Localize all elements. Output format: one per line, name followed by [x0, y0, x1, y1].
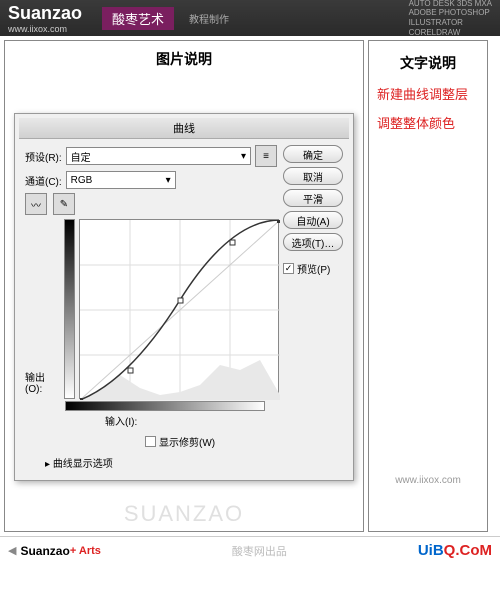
- footer-arts: + Arts: [70, 545, 101, 557]
- output-label: 输出(O):: [25, 369, 60, 395]
- show-clipping-checkbox[interactable]: [145, 436, 156, 447]
- curve-svg: [80, 220, 280, 400]
- preset-value: 自定: [71, 149, 91, 164]
- art-title: 酸枣艺术: [102, 7, 174, 30]
- preset-select[interactable]: 自定 ▾: [66, 147, 251, 165]
- logo-text: Suanzao: [8, 3, 82, 24]
- dialog-right: 确定 取消 平滑 自动(A) 选项(T)… ✓ 预览(P): [279, 145, 343, 470]
- uibq-logo: UiBQ.CoM: [418, 542, 492, 559]
- chevron-right-icon: ▸: [45, 459, 53, 470]
- channel-label: 通道(C):: [25, 173, 62, 188]
- curve-tool-button[interactable]: 〰: [25, 193, 47, 215]
- image-panel: 图片说明 曲线 预设(R): 自定 ▾ ≡ 通道(C):: [4, 40, 364, 532]
- output-gradient: [64, 219, 75, 399]
- site-header: Suanzao www.iixox.com 酸枣艺术 教程制作 AUTO DES…: [0, 0, 500, 36]
- right-url: www.iixox.com: [377, 475, 479, 486]
- curves-dialog: 曲线 预设(R): 自定 ▾ ≡ 通道(C): RGB: [14, 113, 354, 481]
- tutorial-label: 教程制作: [189, 11, 229, 26]
- dialog-body: 预设(R): 自定 ▾ ≡ 通道(C): RGB ▾: [19, 139, 349, 476]
- ok-button[interactable]: 确定: [283, 145, 343, 163]
- chevron-down-icon: ▾: [241, 151, 246, 162]
- site-footer: ◀ Suanzao + Arts 酸枣网出品 UiBQ.CoM: [0, 536, 500, 564]
- input-gradient: [65, 401, 265, 411]
- tool-row: 〰 ✎: [25, 193, 279, 215]
- preset-row: 预设(R): 自定 ▾ ≡: [25, 145, 279, 167]
- instruction-1: 新建曲线调整层: [377, 85, 479, 106]
- curve-graph[interactable]: [79, 219, 279, 399]
- channel-value: RGB: [71, 175, 93, 186]
- chevron-left-icon: ◀: [8, 544, 16, 557]
- input-label: 输入(I):: [105, 413, 137, 428]
- logo-url: www.iixox.com: [8, 24, 82, 34]
- main-content: 图片说明 曲线 预设(R): 自定 ▾ ≡ 通道(C):: [0, 36, 500, 536]
- watermark-text: SUANZAO: [9, 501, 359, 527]
- footer-mid: 酸枣网出品: [232, 543, 287, 559]
- display-options-toggle[interactable]: ▸ 曲线显示选项: [45, 455, 279, 470]
- instruction-2: 调整整体颜色: [377, 114, 479, 135]
- smooth-button[interactable]: 平滑: [283, 189, 343, 207]
- input-label-row: 输入(I):: [105, 413, 279, 428]
- chevron-down-icon: ▾: [166, 175, 171, 186]
- options-button[interactable]: 选项(T)…: [283, 233, 343, 251]
- footer-brand: Suanzao: [20, 544, 69, 558]
- pencil-tool-button[interactable]: ✎: [53, 193, 75, 215]
- text-panel-title: 文字说明: [377, 49, 479, 77]
- preview-label: 预览(P): [297, 261, 330, 276]
- channel-row: 通道(C): RGB ▾: [25, 171, 279, 189]
- cancel-button[interactable]: 取消: [283, 167, 343, 185]
- curve-area: 输出(O):: [25, 219, 279, 399]
- show-clipping-label: 显示修剪(W): [159, 434, 215, 449]
- preset-menu-button[interactable]: ≡: [255, 145, 277, 167]
- show-clipping-row: 显示修剪(W): [145, 434, 279, 449]
- text-panel: 文字说明 新建曲线调整层 调整整体颜色 www.iixox.com: [368, 40, 488, 532]
- apps-list: AUTO DESK 3DS MXA ADOBE PHOTOSHOP ILLUST…: [409, 0, 492, 37]
- preview-checkbox[interactable]: ✓: [283, 263, 294, 274]
- dialog-title: 曲线: [19, 118, 349, 139]
- input-gradient-row: [65, 401, 279, 411]
- logo-block: Suanzao www.iixox.com: [8, 3, 82, 34]
- preset-label: 预设(R):: [25, 149, 62, 164]
- auto-button[interactable]: 自动(A): [283, 211, 343, 229]
- image-panel-title: 图片说明: [9, 45, 359, 73]
- dialog-left: 预设(R): 自定 ▾ ≡ 通道(C): RGB ▾: [25, 145, 279, 470]
- preview-row: ✓ 预览(P): [283, 261, 343, 276]
- channel-select[interactable]: RGB ▾: [66, 171, 176, 189]
